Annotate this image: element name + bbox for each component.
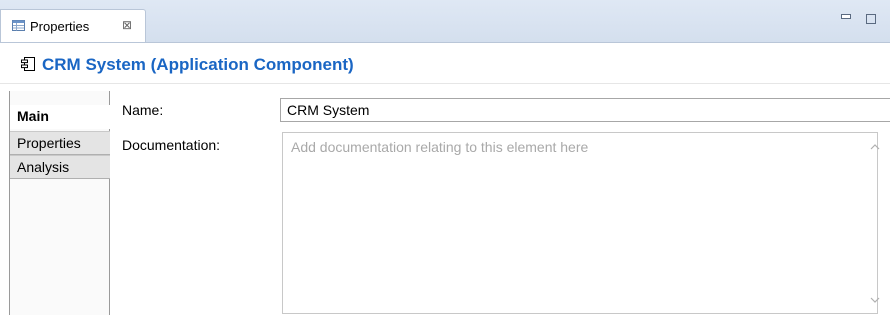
documentation-label: Documentation: — [122, 137, 221, 153]
element-title: CRM System (Application Component) — [42, 55, 354, 74]
view-tab-bar: Properties ⊠ — [0, 0, 890, 43]
properties-view-tab[interactable]: Properties ⊠ — [0, 9, 146, 42]
minimize-icon[interactable] — [841, 14, 851, 20]
tab-main[interactable]: Main — [10, 105, 111, 129]
element-header: CRM System (Application Component) — [0, 43, 890, 84]
name-label: Name: — [122, 102, 164, 118]
tab-properties[interactable]: Properties — [10, 131, 110, 155]
tab-analysis[interactable]: Analysis — [10, 155, 110, 179]
properties-table-icon — [12, 20, 25, 31]
application-component-icon — [21, 57, 35, 71]
maximize-icon[interactable] — [866, 14, 876, 24]
scroll-up-icon[interactable] — [870, 143, 880, 151]
name-field[interactable] — [280, 98, 890, 122]
view-tab-label: Properties — [30, 19, 90, 34]
scroll-down-icon[interactable] — [870, 296, 880, 304]
documentation-field[interactable] — [282, 132, 878, 314]
side-tab-list: Main Properties Analysis — [9, 91, 111, 315]
close-icon[interactable]: ⊠ — [122, 18, 132, 32]
